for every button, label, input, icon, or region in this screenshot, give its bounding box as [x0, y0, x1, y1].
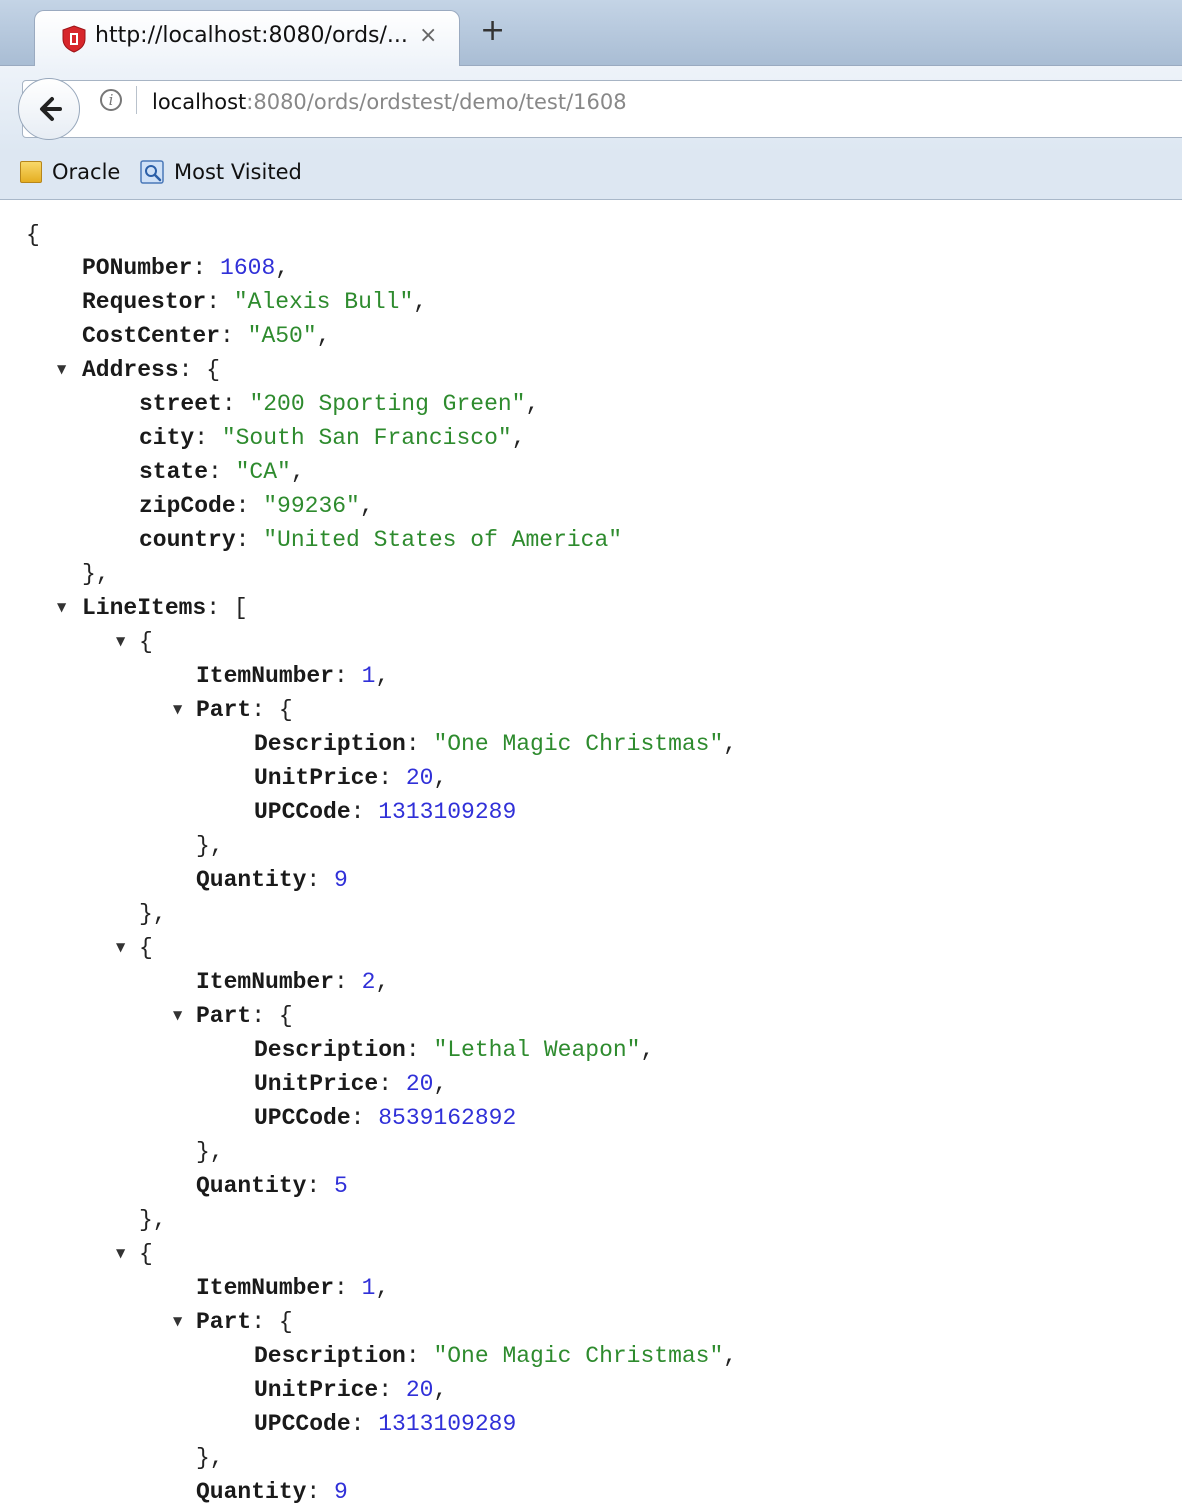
- json-close-brace: },: [196, 1139, 224, 1165]
- bookmark-label: Most Visited: [174, 160, 302, 184]
- collapse-toggle-icon[interactable]: ▼: [173, 702, 182, 716]
- json-row-street: street: "200 Sporting Green",: [139, 391, 540, 417]
- url-path: :8080/ords/ordstest/demo/test/1608: [246, 90, 627, 114]
- bookmarks-bar: Oracle Most Visited: [0, 152, 1182, 200]
- json-row-ponumber: PONumber: 1608,: [82, 255, 290, 281]
- json-row-upccode: UPCCode: 1313109289: [254, 1411, 517, 1437]
- bookmark-most-visited[interactable]: Most Visited: [140, 160, 302, 192]
- url-text[interactable]: localhost:8080/ords/ordstest/demo/test/1…: [152, 90, 627, 114]
- json-row-quantity: Quantity: 5: [196, 1173, 348, 1199]
- json-item-open: {: [139, 629, 153, 655]
- folder-icon: [20, 161, 42, 183]
- bookmark-label: Oracle: [52, 160, 121, 184]
- collapse-toggle-icon[interactable]: ▼: [116, 634, 125, 648]
- json-row-part: Part: {: [196, 697, 293, 723]
- collapse-toggle-icon[interactable]: ▼: [57, 362, 66, 376]
- json-row-description: Description: "Lethal Weapon",: [254, 1037, 655, 1063]
- json-row-part: Part: {: [196, 1003, 293, 1029]
- tab-title: http://localhost:8080/ords/...: [95, 23, 408, 48]
- json-row-description: Description: "One Magic Christmas",: [254, 1343, 738, 1369]
- json-row-itemnumber: ItemNumber: 2,: [196, 969, 390, 995]
- most-visited-icon: [140, 160, 164, 184]
- close-icon[interactable]: ×: [419, 23, 437, 48]
- collapse-toggle-icon[interactable]: ▼: [57, 600, 66, 614]
- back-button[interactable]: [18, 78, 80, 140]
- collapse-toggle-icon[interactable]: ▼: [116, 1246, 125, 1260]
- json-row-itemnumber: ItemNumber: 1,: [196, 1275, 390, 1301]
- json-row-description: Description: "One Magic Christmas",: [254, 731, 738, 757]
- shield-icon: [62, 25, 86, 53]
- json-close-brace: },: [196, 833, 224, 859]
- json-item-open: {: [139, 1241, 153, 1267]
- json-open-brace: {: [26, 222, 40, 248]
- new-tab-button[interactable]: +: [480, 16, 505, 46]
- json-row-unitprice: UnitPrice: 20,: [254, 1377, 448, 1403]
- json-row-lineitems: LineItems: [: [82, 595, 248, 621]
- url-host: localhost: [152, 90, 247, 114]
- json-row-part: Part: {: [196, 1309, 293, 1335]
- tab-strip: http://localhost:8080/ords/... × +: [0, 0, 1182, 67]
- collapse-toggle-icon[interactable]: ▼: [116, 940, 125, 954]
- json-close-brace: },: [82, 561, 110, 587]
- json-row-itemnumber: ItemNumber: 1,: [196, 663, 390, 689]
- json-close-brace: },: [196, 1445, 224, 1471]
- json-row-unitprice: UnitPrice: 20,: [254, 1071, 448, 1097]
- json-row-upccode: UPCCode: 1313109289: [254, 799, 517, 825]
- json-row-unitprice: UnitPrice: 20,: [254, 765, 448, 791]
- collapse-toggle-icon[interactable]: ▼: [173, 1008, 182, 1022]
- json-item-open: {: [139, 935, 153, 961]
- bookmark-oracle[interactable]: Oracle: [20, 160, 120, 192]
- json-row-state: state: "CA",: [139, 459, 305, 485]
- url-separator: [136, 86, 137, 114]
- navigation-bar: i localhost:8080/ords/ordstest/demo/test…: [0, 66, 1182, 152]
- json-row-zipcode: zipCode: "99236",: [139, 493, 374, 519]
- json-row-quantity: Quantity: 9: [196, 867, 348, 893]
- json-row-address: Address: {: [82, 357, 221, 383]
- back-arrow-icon: [40, 97, 62, 121]
- json-row-upccode: UPCCode: 8539162892: [254, 1105, 517, 1131]
- json-row-costcenter: CostCenter: "A50",: [82, 323, 331, 349]
- json-close-brace: },: [139, 901, 167, 927]
- browser-tab[interactable]: http://localhost:8080/ords/... ×: [34, 10, 460, 67]
- json-close-brace: },: [139, 1207, 167, 1233]
- json-row-city: city: "South San Francisco",: [139, 425, 526, 451]
- collapse-toggle-icon[interactable]: ▼: [173, 1314, 182, 1328]
- json-row-country: country: "United States of America": [139, 527, 623, 553]
- info-icon[interactable]: i: [100, 89, 122, 111]
- json-row-quantity: Quantity: 9: [196, 1479, 348, 1504]
- json-row-requestor: Requestor: "Alexis Bull",: [82, 289, 428, 315]
